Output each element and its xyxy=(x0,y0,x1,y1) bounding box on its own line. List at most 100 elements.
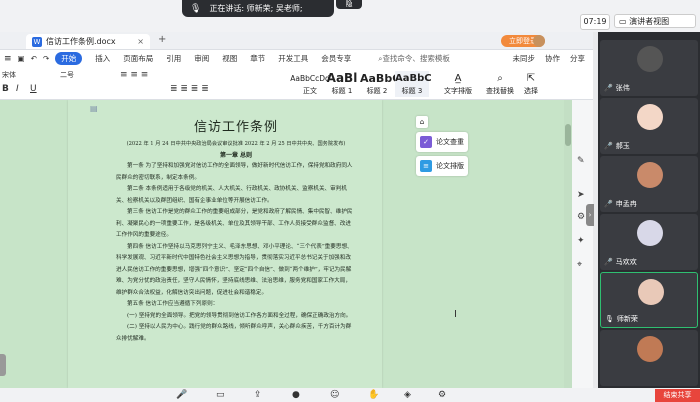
side-panel-toggle[interactable]: › xyxy=(586,204,594,226)
style-h1-sample: AaBl xyxy=(326,71,358,85)
participant-tile[interactable] xyxy=(600,330,698,386)
find-replace-button[interactable]: ⌕ 查找替换 xyxy=(484,71,516,97)
hide-toolbar-button[interactable]: 隐 xyxy=(336,0,362,9)
sync-status[interactable]: 未同步 xyxy=(513,53,536,64)
menu-developer[interactable]: 开发工具 xyxy=(278,53,308,64)
mic-muted-icon: 🎤 xyxy=(604,84,613,92)
mic-muted-icon: 🎤 xyxy=(604,200,613,208)
hamburger-icon[interactable]: ≡ xyxy=(4,54,12,64)
paragraph: 第五条 信访工作应当遵循下列原则： xyxy=(127,301,219,307)
share-button[interactable]: 分享 xyxy=(570,53,585,64)
end-share-button[interactable]: 结束共享 xyxy=(655,389,700,402)
document-title: 信访工作条例 xyxy=(193,120,278,135)
participant-avatar xyxy=(637,336,663,362)
document-tab-label: 信访工作条例.docx xyxy=(46,37,116,46)
undo-icon[interactable]: ↶ xyxy=(31,54,37,63)
magic-tool-icon[interactable]: ✦ xyxy=(577,236,585,246)
participant-tile[interactable]: 🎤 郝玉 xyxy=(600,98,698,154)
underline-button[interactable]: U xyxy=(30,84,37,94)
paragraph: 第二条 本条例适用于各级党的机关、人大机关、行政机关、政协机关、监察机关、审判机… xyxy=(116,186,347,204)
paragraph: 第一条 为了坚持和加强党对信访工作的全面领导，做好新时代信访工作，保持党和政府同… xyxy=(116,163,353,181)
paragraph: 第三条 信访工作是党的群众工作的重要组成部分，是党和政府了解民情、集中民智、维护… xyxy=(116,209,353,238)
align-icons[interactable]: ≡ ≡ ≡ xyxy=(120,70,148,80)
paragraph: 第四条 信访工作坚持以马克思列宁主义、毛泽东思想、邓小平理论、“三个代表”重要思… xyxy=(116,243,353,296)
presenter-view-button[interactable]: ▭ 演讲者视图 xyxy=(614,14,696,28)
document-page[interactable]: 信访工作条例 (2022 年 1 月 24 日中共中央政治局会议审议批准 202… xyxy=(68,100,382,388)
participant-tile[interactable]: 🎤 张伟 xyxy=(600,40,698,96)
menu-review[interactable]: 审阅 xyxy=(194,53,209,64)
ribbon: 宋体 二号 B I U ≡ ≡ ≡ ≣ ≣ ≣ ≣ AaBbCcDd 正文 Aa… xyxy=(0,67,593,100)
right-toolstrip: ✎ ➤ ⚙ ✦ ⌖ xyxy=(572,100,593,388)
text-layout-button[interactable]: A̲ 文字排版 xyxy=(442,71,474,97)
participant-tile[interactable]: 🎤 申孟冉 xyxy=(600,156,698,212)
participant-tile[interactable]: 🎤 马欢欢 xyxy=(600,214,698,270)
settings-icon[interactable]: ⚙ xyxy=(438,390,446,400)
participant-avatar xyxy=(637,104,663,130)
menu-member[interactable]: 会员专享 xyxy=(321,53,351,64)
participants-icon[interactable]: ☺ xyxy=(330,390,339,400)
save-icon[interactable]: ▣ xyxy=(18,54,25,63)
collab-button[interactable]: 协作 xyxy=(545,53,560,64)
menu-start[interactable]: 开始 xyxy=(55,52,83,65)
user-avatar[interactable] xyxy=(533,35,545,47)
redo-icon[interactable]: ↷ xyxy=(43,54,49,63)
menu-chapter[interactable]: 章节 xyxy=(250,53,265,64)
select-button[interactable]: ⇱ 选择 xyxy=(518,71,544,97)
meeting-clock: 07:19 xyxy=(580,14,610,30)
font-name-select[interactable]: 宋体 xyxy=(2,70,16,80)
monitor-icon: ▭ xyxy=(619,17,630,26)
settings-sliders-icon[interactable]: ⚙ xyxy=(577,212,585,222)
paper-format-button[interactable]: ≡ 论文排版 xyxy=(416,156,468,176)
document-tab[interactable]: W 信访工作条例.docx × xyxy=(26,34,150,49)
microphone-icon: 🎙 xyxy=(190,3,202,14)
scrollbar-thumb[interactable] xyxy=(565,124,571,146)
close-tab-icon[interactable]: × xyxy=(137,37,144,46)
brush-icon[interactable]: ✎ xyxy=(577,156,585,166)
style-h2-sample: AaBbC xyxy=(360,72,401,85)
mic-muted-icon: 🎤 xyxy=(604,142,613,150)
camera-icon[interactable]: ▭ xyxy=(216,390,225,400)
style-h2-label: 标题 2 xyxy=(366,87,388,95)
paper-format-label: 论文排版 xyxy=(436,162,464,170)
mic-icon[interactable]: 🎤 xyxy=(176,390,187,400)
participant-name-row: 🎤 郝玉 xyxy=(604,141,630,151)
style-normal-sample: AaBbCcDd xyxy=(290,74,330,83)
left-collapse-handle[interactable] xyxy=(0,354,6,376)
style-normal[interactable]: AaBbCcDd 正文 xyxy=(290,71,330,97)
menu-bar: ≡ ▣ ↶ ↷ 开始 插入 页面布局 引用 审阅 视图 章节 开发工具 会员专享… xyxy=(0,50,593,67)
command-search[interactable]: ⌕查找命令、搜索模板 xyxy=(378,53,450,64)
menu-view[interactable]: 视图 xyxy=(222,53,237,64)
menu-references[interactable]: 引用 xyxy=(166,53,181,64)
chapter-heading: 第一章 总则 xyxy=(219,152,253,159)
mic-active-icon: 🎙 xyxy=(605,315,614,323)
font-size-select[interactable]: 二号 xyxy=(60,70,74,80)
record-icon[interactable]: ● xyxy=(292,390,300,400)
paper-check-button[interactable]: ✓ 论文查重 xyxy=(416,132,468,152)
style-heading-1[interactable]: AaBl 标题 1 xyxy=(326,71,358,97)
italic-button[interactable]: I xyxy=(16,84,19,94)
text-cursor-icon: I xyxy=(454,309,457,320)
paragraph-align-icons[interactable]: ≣ ≣ ≣ ≣ xyxy=(170,84,209,94)
location-icon[interactable]: ⌖ xyxy=(577,260,582,270)
meeting-bottom-bar: 🎤 ▭ ⇪ ● ☺ ✋ ◈ ⚙ xyxy=(0,388,700,402)
paper-check-icon: ✓ xyxy=(420,136,432,148)
select-icon: ⇱ xyxy=(526,73,536,84)
menu-insert[interactable]: 插入 xyxy=(95,53,110,64)
select-label: 选择 xyxy=(524,87,538,95)
bold-button[interactable]: B xyxy=(2,84,9,94)
apps-icon[interactable]: ◈ xyxy=(404,390,411,400)
share-screen-icon[interactable]: ⇪ xyxy=(254,390,262,400)
participant-name-row: 🎙 师新荣 xyxy=(605,314,638,324)
style-heading-3[interactable]: AaBbC 标题 3 xyxy=(395,71,432,97)
home-tool-icon[interactable]: ⌂ xyxy=(416,116,428,128)
raise-hand-icon[interactable]: ✋ xyxy=(368,390,379,400)
new-tab-button[interactable]: + xyxy=(158,34,166,45)
participant-name: 马欢欢 xyxy=(615,258,637,266)
menu-page-layout[interactable]: 页面布局 xyxy=(123,53,153,64)
tab-bar: W 信访工作条例.docx × + 立即登录 xyxy=(0,32,593,50)
cursor-tool-icon[interactable]: ➤ xyxy=(577,190,585,200)
participant-avatar xyxy=(638,279,664,305)
menu-right-group: 未同步 协作 分享 xyxy=(503,53,594,64)
participant-tile-speaking[interactable]: 🎙 师新荣 xyxy=(600,272,698,328)
style-heading-2[interactable]: AaBbC 标题 2 xyxy=(360,71,401,97)
